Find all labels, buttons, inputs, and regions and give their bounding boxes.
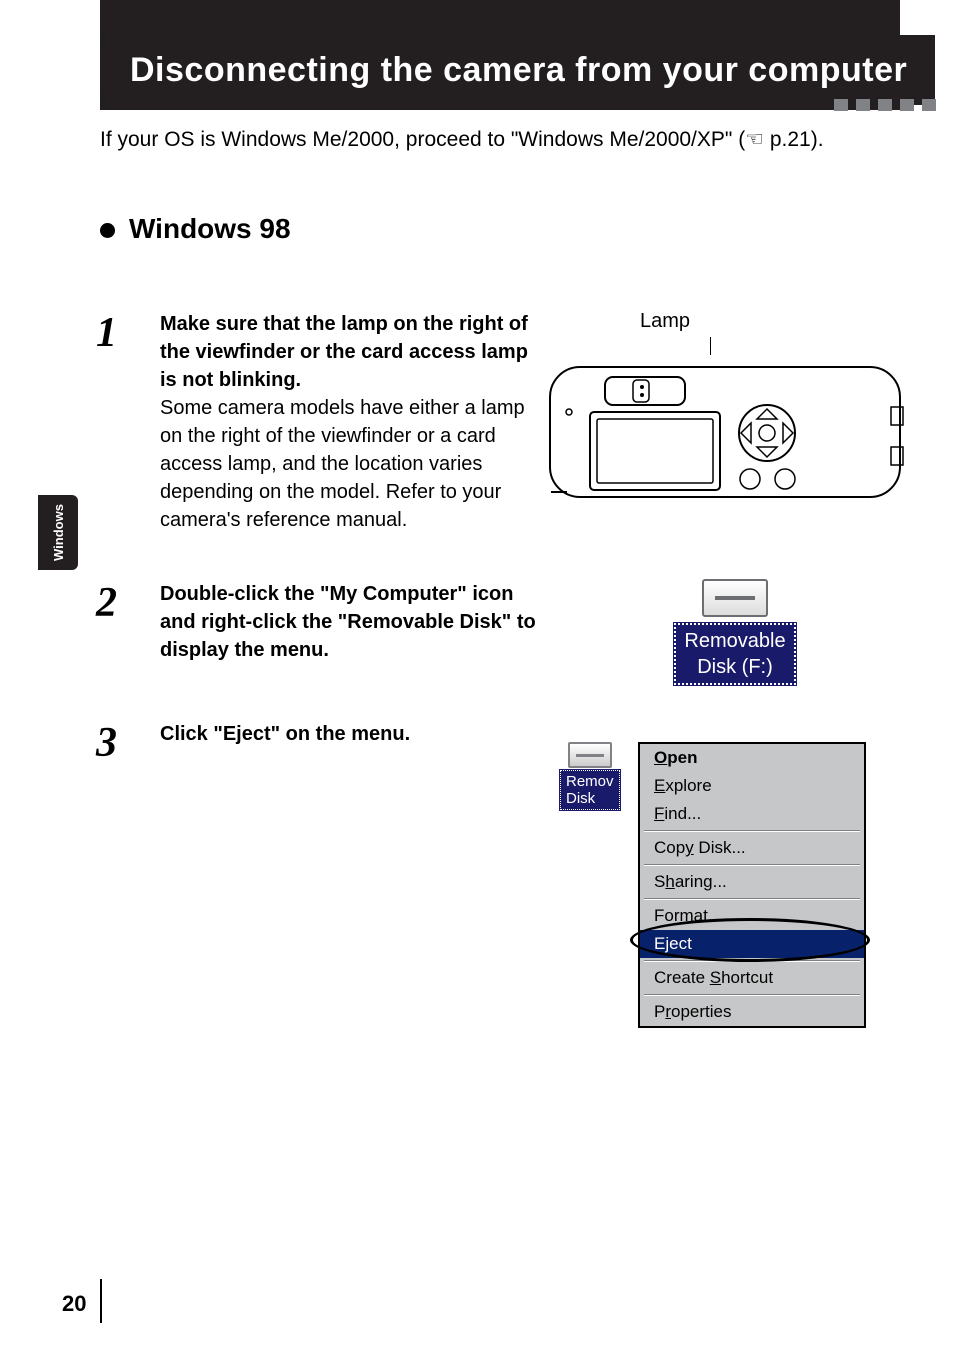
intro-text-b: p.21).: [764, 128, 824, 151]
menu-item-create-shortcut[interactable]: Create Shortcut: [640, 964, 864, 992]
lamp-pointer-line: [710, 337, 711, 355]
accent-squares: [834, 99, 936, 111]
section-heading: Windows 98: [129, 213, 291, 245]
menu-item-sharing[interactable]: Sharing...: [640, 868, 864, 896]
lamp-label: Lamp: [415, 310, 915, 333]
title-band: Disconnecting the camera from your compu…: [100, 35, 950, 105]
step-rest-text: Some camera models have either a lamp on…: [160, 397, 525, 531]
context-menu-illustration: Remov Disk Open Explore Find... Copy Dis…: [560, 742, 880, 1028]
reference-hand-icon: ☞: [745, 125, 764, 155]
page-number: 20: [62, 1291, 86, 1317]
removable-disk-icon[interactable]: Removable Disk (F:): [635, 579, 835, 685]
side-tab: Windows: [38, 495, 78, 570]
selected-drive-label: Remov Disk: [560, 770, 620, 810]
step-bold-text: Click "Eject" on the menu.: [160, 723, 410, 745]
camera-svg-icon: [545, 357, 905, 507]
menu-separator: [644, 864, 860, 866]
menu-item-explore[interactable]: Explore: [640, 772, 864, 800]
section-heading-row: Windows 98: [100, 213, 291, 245]
menu-item-eject[interactable]: Eject: [640, 930, 864, 958]
menu-separator: [644, 994, 860, 996]
selected-drive-icon[interactable]: Remov Disk: [560, 742, 638, 810]
menu-item-copy-disk[interactable]: Copy Disk...: [640, 834, 864, 862]
intro-paragraph: If your OS is Windows Me/2000, proceed t…: [100, 125, 890, 155]
menu-item-open[interactable]: Open: [640, 744, 864, 772]
menu-separator: [644, 830, 860, 832]
context-menu: Open Explore Find... Copy Disk... Sharin…: [638, 742, 866, 1028]
step-number: 1: [96, 310, 132, 534]
step-number: 2: [96, 580, 132, 664]
menu-item-properties[interactable]: Properties: [640, 998, 864, 1026]
camera-illustration: Lamp: [545, 310, 915, 507]
disk-label-line2: Disk (F:): [697, 656, 773, 678]
page-number-divider: [100, 1279, 102, 1323]
disk-label-line1: Removable: [684, 630, 785, 652]
menu-separator: [644, 960, 860, 962]
step-bold-text: Double-click the "My Computer" icon and …: [160, 583, 536, 661]
drive-icon: [702, 579, 768, 617]
menu-item-find[interactable]: Find...: [640, 800, 864, 828]
menu-separator: [644, 898, 860, 900]
page-title: Disconnecting the camera from your compu…: [130, 51, 907, 90]
side-tab-label: Windows: [51, 504, 66, 561]
document-page: Disconnecting the camera from your compu…: [0, 0, 954, 1345]
removable-disk-label: Removable Disk (F:): [674, 623, 795, 685]
intro-text-a: If your OS is Windows Me/2000, proceed t…: [100, 128, 745, 151]
bullet-icon: [100, 223, 115, 238]
step-number: 3: [96, 720, 132, 764]
menu-item-format[interactable]: Format...: [640, 902, 864, 930]
